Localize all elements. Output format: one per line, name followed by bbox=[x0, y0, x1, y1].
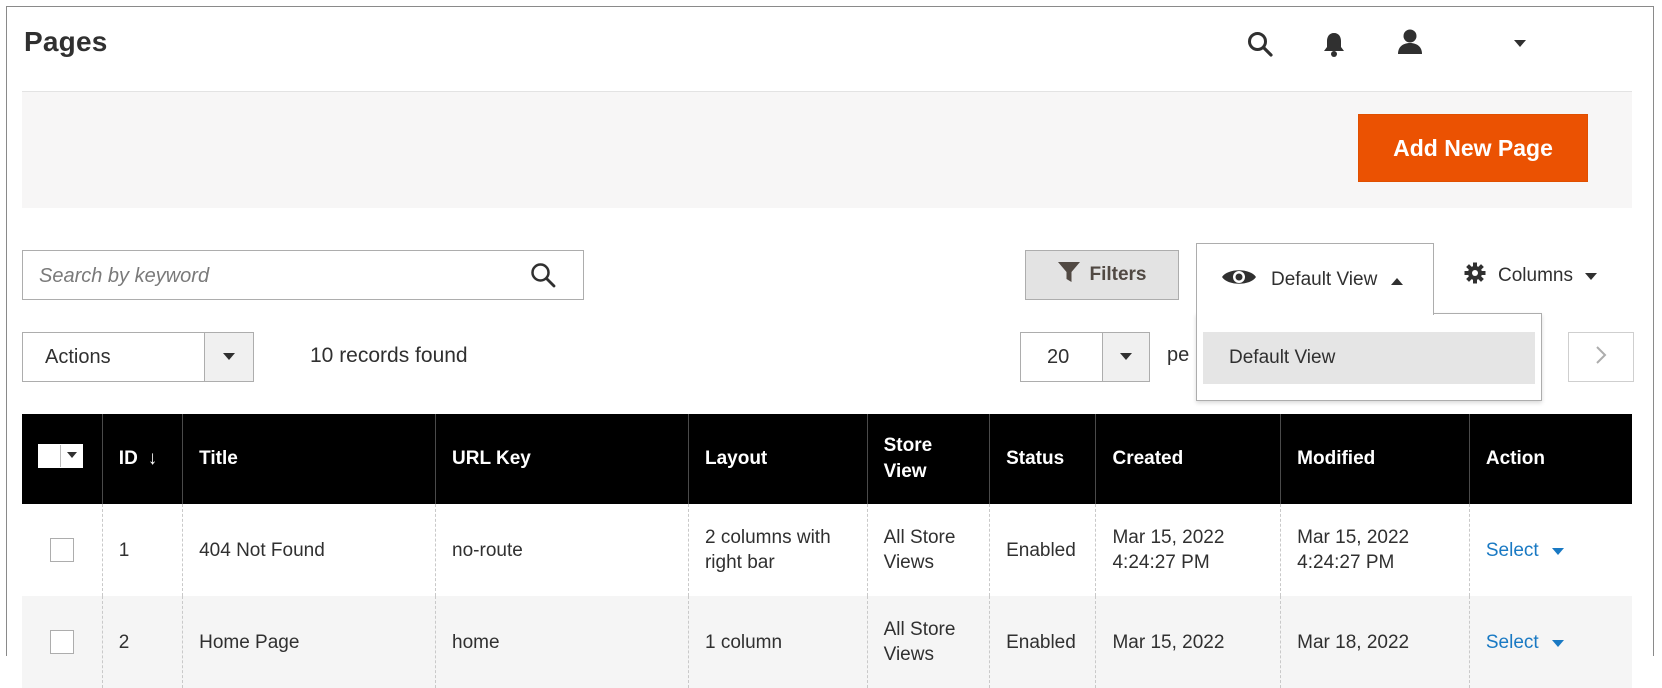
mass-select-checkbox[interactable] bbox=[38, 443, 83, 468]
row-checkbox[interactable] bbox=[49, 630, 74, 655]
page-title: Pages bbox=[24, 26, 108, 57]
funnel-icon bbox=[1057, 261, 1081, 289]
columns-label: Columns bbox=[1498, 265, 1573, 286]
per-page-label: pe bbox=[1167, 344, 1190, 366]
per-page-select[interactable]: 20 bbox=[1020, 332, 1150, 382]
header-layout[interactable]: Layout bbox=[687, 414, 868, 504]
row-action-select[interactable]: Select bbox=[1486, 540, 1564, 561]
view-selector-label: Default View bbox=[1271, 268, 1378, 290]
gear-icon bbox=[1464, 262, 1486, 290]
cell-status: Enabled bbox=[989, 504, 1096, 596]
caret-down-icon bbox=[1584, 265, 1597, 287]
table-row: 1 404 Not Found no-route 2 columns with r… bbox=[22, 504, 1632, 596]
header-status[interactable]: Status bbox=[989, 414, 1096, 504]
add-new-page-button[interactable]: Add New Page bbox=[1358, 114, 1588, 182]
grid-header-row: ID ↓ Title URL Key Layout Store View Statu… bbox=[22, 414, 1632, 504]
cell-layout: 1 column bbox=[687, 596, 868, 688]
cell-id: 2 bbox=[101, 596, 183, 688]
search-icon[interactable] bbox=[529, 261, 557, 294]
view-option-default[interactable]: Default View bbox=[1203, 332, 1535, 384]
header-created[interactable]: Created bbox=[1095, 414, 1281, 504]
cell-modified: Mar 15, 2022 4:24:27 PM bbox=[1280, 504, 1470, 596]
cell-title: 404 Not Found bbox=[182, 504, 436, 596]
bell-icon[interactable] bbox=[1314, 24, 1354, 64]
row-checkbox-cell bbox=[22, 504, 103, 596]
cell-id: 1 bbox=[101, 504, 183, 596]
header-mass-select[interactable] bbox=[22, 414, 103, 504]
caret-down-icon bbox=[1102, 333, 1149, 381]
filters-label: Filters bbox=[1089, 264, 1147, 285]
row-checkbox[interactable] bbox=[49, 538, 74, 563]
cell-title: Home Page bbox=[182, 596, 436, 688]
header-action: Action bbox=[1468, 414, 1632, 504]
search-icon[interactable] bbox=[1240, 24, 1280, 64]
caret-down-icon[interactable] bbox=[1500, 24, 1540, 64]
per-page-value: 20 bbox=[1047, 346, 1070, 368]
header-url-key[interactable]: URL Key bbox=[435, 414, 689, 504]
pages-grid: ID ↓ Title URL Key Layout Store View Statu… bbox=[22, 414, 1632, 688]
cell-store-view: All Store Views bbox=[866, 504, 990, 596]
row-action-select[interactable]: Select bbox=[1486, 632, 1564, 653]
records-count: 10 records found bbox=[310, 344, 468, 367]
caret-down-icon bbox=[61, 444, 83, 467]
header-title[interactable]: Title bbox=[182, 414, 436, 504]
caret-up-icon bbox=[1391, 269, 1404, 291]
cell-layout: 2 columns with right bar bbox=[687, 504, 868, 596]
table-row: 2 Home Page home 1 column All Store Views… bbox=[22, 596, 1632, 688]
caret-down-icon bbox=[1544, 632, 1564, 653]
chevron-right-icon bbox=[1595, 345, 1607, 370]
view-dropdown-menu: Default View bbox=[1196, 313, 1542, 401]
cell-action: Select bbox=[1468, 596, 1632, 688]
cell-store-view: All Store Views bbox=[866, 596, 990, 688]
header-store-view[interactable]: Store View bbox=[866, 414, 990, 504]
cell-url-key: home bbox=[435, 596, 689, 688]
sort-descending-icon: ↓ bbox=[147, 448, 158, 469]
filters-button[interactable]: Filters bbox=[1025, 250, 1179, 300]
caret-down-icon bbox=[204, 333, 253, 381]
search-input[interactable] bbox=[37, 251, 521, 301]
cell-modified: Mar 18, 2022 bbox=[1280, 596, 1470, 688]
user-icon[interactable] bbox=[1390, 21, 1430, 61]
columns-button[interactable]: Columns bbox=[1464, 256, 1597, 296]
mass-actions-select[interactable]: Actions bbox=[22, 332, 254, 382]
view-selector[interactable]: Default View bbox=[1196, 243, 1434, 315]
cell-created: Mar 15, 2022 bbox=[1095, 596, 1281, 688]
cell-created: Mar 15, 2022 4:24:27 PM bbox=[1095, 504, 1281, 596]
header-id[interactable]: ID ↓ bbox=[101, 414, 183, 504]
caret-down-icon bbox=[1544, 540, 1564, 561]
header-modified[interactable]: Modified bbox=[1280, 414, 1470, 504]
cell-status: Enabled bbox=[989, 596, 1096, 688]
cell-action: Select bbox=[1468, 504, 1632, 596]
mass-actions-label: Actions bbox=[45, 346, 111, 368]
page-actions-bar: Add New Page bbox=[22, 91, 1632, 208]
eye-icon bbox=[1221, 266, 1257, 294]
cell-url-key: no-route bbox=[435, 504, 689, 596]
row-checkbox-cell bbox=[22, 596, 103, 688]
search-box bbox=[22, 250, 584, 301]
next-page-button[interactable] bbox=[1568, 332, 1634, 382]
